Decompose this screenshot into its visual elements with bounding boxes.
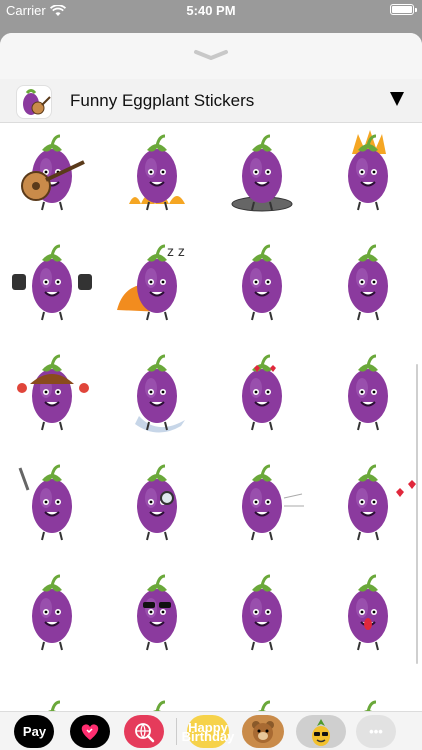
more-label: ••• bbox=[369, 724, 383, 739]
caret-down-icon[interactable] bbox=[390, 92, 404, 106]
sticker-sunglasses[interactable] bbox=[105, 564, 210, 674]
sticker-pack-header[interactable]: Funny Eggplant Stickers bbox=[0, 79, 422, 123]
sticker-smiling[interactable] bbox=[210, 564, 315, 674]
sticker-kissing[interactable] bbox=[316, 454, 421, 564]
birthday-label-2: Birthday bbox=[181, 728, 235, 744]
sticker-partial-2[interactable] bbox=[105, 674, 210, 711]
images-search-button[interactable] bbox=[124, 715, 164, 748]
bear-sticker-app[interactable] bbox=[242, 715, 284, 748]
sticker-angry-fire[interactable] bbox=[316, 124, 421, 234]
sticker-guitar[interactable] bbox=[0, 124, 105, 234]
digital-touch-button[interactable] bbox=[70, 715, 110, 748]
grid-scrollbar[interactable] bbox=[416, 364, 418, 664]
status-bar: Carrier 5:40 PM bbox=[0, 0, 422, 22]
sticker-flexing[interactable] bbox=[316, 344, 421, 454]
battery-icon bbox=[390, 4, 417, 15]
birthday-sticker-app[interactable]: Happy Birthday bbox=[182, 715, 234, 748]
drawer-divider bbox=[176, 718, 177, 745]
sticker-grinning[interactable] bbox=[210, 234, 315, 344]
sticker-laughing[interactable] bbox=[316, 234, 421, 344]
bear-icon bbox=[252, 720, 274, 743]
clock: 5:40 PM bbox=[186, 3, 236, 18]
chevron-down-icon[interactable] bbox=[193, 49, 229, 61]
sticker-pack-title: Funny Eggplant Stickers bbox=[70, 91, 255, 110]
sticker-weights[interactable] bbox=[0, 234, 105, 344]
apple-pay-button[interactable]: Pay bbox=[14, 715, 54, 748]
sticker-selfie[interactable] bbox=[0, 454, 105, 564]
heart-icon bbox=[81, 723, 99, 740]
globe-search-icon bbox=[135, 722, 155, 742]
sticker-detective[interactable] bbox=[105, 454, 210, 564]
pineapple-icon bbox=[312, 718, 330, 746]
sticker-spinning[interactable] bbox=[210, 124, 315, 234]
eggplant-app-icon bbox=[16, 85, 52, 119]
sticker-running[interactable] bbox=[210, 454, 315, 564]
more-apps-button[interactable]: ••• bbox=[356, 715, 396, 748]
sticker-partial-4[interactable] bbox=[316, 674, 421, 711]
svg-text:z z: z z bbox=[167, 243, 185, 259]
sticker-in-love[interactable] bbox=[210, 344, 315, 454]
sheet-grabber[interactable] bbox=[0, 33, 422, 79]
sticker-partial-3[interactable] bbox=[210, 674, 315, 711]
sticker-grid: z z bbox=[0, 124, 422, 711]
sticker-maracas[interactable] bbox=[0, 344, 105, 454]
sticker-sheet: Funny Eggplant Stickers z z Pay Happy Bi… bbox=[0, 33, 422, 750]
sticker-partial-1[interactable] bbox=[0, 674, 105, 711]
app-drawer: Pay Happy Birthday ••• bbox=[0, 711, 422, 750]
pineapple-sticker-app[interactable] bbox=[296, 715, 346, 748]
sticker-winking[interactable] bbox=[0, 564, 105, 674]
apple-pay-label: Pay bbox=[22, 724, 47, 739]
sticker-tongue-out[interactable] bbox=[316, 564, 421, 674]
sticker-melting[interactable] bbox=[105, 344, 210, 454]
sticker-ghost-fire[interactable] bbox=[105, 124, 210, 234]
sticker-sleeping[interactable]: z z bbox=[105, 234, 210, 344]
